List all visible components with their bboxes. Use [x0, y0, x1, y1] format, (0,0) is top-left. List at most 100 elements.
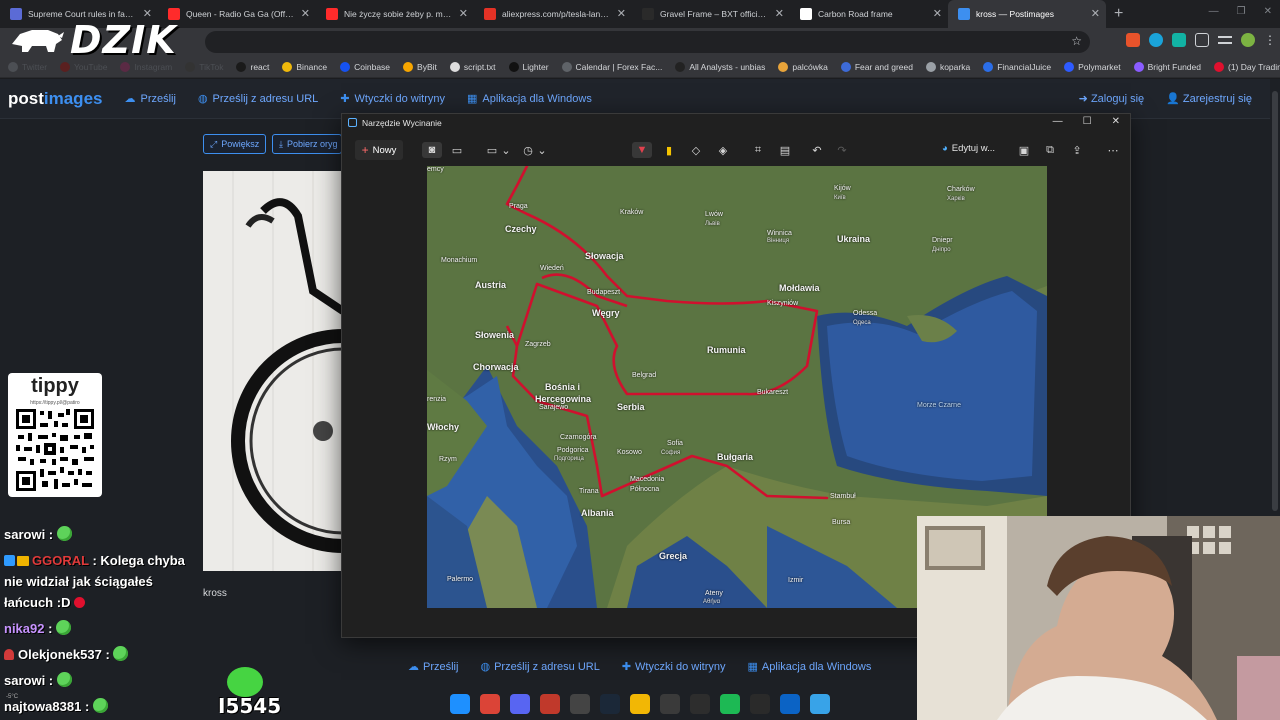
- browser-tab[interactable]: Gravel Frame – BXT official sto... ✕: [632, 0, 790, 28]
- browser-tab[interactable]: Nie życzę sobie żeby p. mnie n... ✕: [316, 0, 474, 28]
- footer-upload-url[interactable]: ◍ Prześlij z adresu URL: [480, 660, 599, 673]
- login-link[interactable]: ➜ Zaloguj się: [1079, 92, 1144, 105]
- map-country-label: Austria: [475, 280, 507, 290]
- obs-icon[interactable]: [570, 694, 590, 714]
- text-actions-icon[interactable]: ▤: [777, 142, 793, 158]
- address-bar[interactable]: ☆: [205, 31, 1090, 53]
- close-tab-icon[interactable]: ✕: [775, 7, 784, 20]
- bookmark-item[interactable]: script.txt: [449, 61, 496, 72]
- browser-tab[interactable]: aliexpress.com/p/tesla-landing... ✕: [474, 0, 632, 28]
- map-country-label: Słowenia: [475, 330, 515, 340]
- footer-plugins[interactable]: ✚ Wtyczki do witryny: [622, 660, 726, 673]
- chat-message: najtowa8381 :: [4, 696, 108, 717]
- notepad-icon[interactable]: [810, 694, 830, 714]
- eraser-icon[interactable]: ◇: [688, 142, 704, 158]
- close-tab-icon[interactable]: ✕: [933, 7, 942, 20]
- new-tab-button[interactable]: +: [1114, 5, 1123, 23]
- star-icon[interactable]: ☆: [1071, 34, 1082, 48]
- site-brand[interactable]: postimages: [8, 89, 102, 109]
- app-red-icon[interactable]: [540, 694, 560, 714]
- snipping-toolbar: + Nowy ◙ ▭ ▭ ⌄ ◷ ⌄ ▼ ▮ ◇ ◈ ⌗ ▤ ↶ ↷ ◕ Edytu…: [342, 138, 1130, 162]
- bookmark-item[interactable]: palcówka: [778, 61, 828, 72]
- pepe-emote-icon: [56, 526, 72, 541]
- camera-icon[interactable]: ◙: [422, 142, 442, 158]
- close-tab-icon[interactable]: ✕: [459, 7, 468, 20]
- footer-nav: ☁ Prześlij ◍ Prześlij z adresu URL ✚ Wtyczk…: [408, 660, 871, 673]
- pen-icon[interactable]: ▼: [632, 142, 652, 158]
- edit-in-button[interactable]: ◕ Edytuj w...: [942, 143, 995, 154]
- zoom-button[interactable]: ⤢ Powiększ: [203, 134, 267, 154]
- maximize-icon[interactable]: ☐: [1083, 116, 1092, 127]
- crop-icon[interactable]: ⌗: [750, 142, 766, 158]
- minimize-icon[interactable]: —: [1209, 6, 1219, 17]
- bookmark-item[interactable]: Fear and greed: [840, 61, 913, 72]
- reading-list-icon[interactable]: [1218, 36, 1232, 44]
- page-scrollbar[interactable]: [1270, 79, 1280, 520]
- bookmark-item[interactable]: (1) Day Trading Boo...: [1214, 61, 1280, 72]
- app-c-icon[interactable]: [660, 694, 680, 714]
- bookmark-label: All Analysts - unbias: [689, 61, 766, 72]
- minimize-icon[interactable]: —: [1053, 116, 1063, 127]
- spotify-icon[interactable]: [720, 694, 740, 714]
- new-snip-button[interactable]: + Nowy: [355, 140, 403, 160]
- bookmark-item[interactable]: Polymarket: [1064, 61, 1121, 72]
- bookmark-item[interactable]: FinancialJuice: [983, 61, 1051, 72]
- extension-icon-2[interactable]: [1149, 33, 1163, 47]
- close-icon[interactable]: ✕: [1264, 6, 1272, 17]
- map-city-label: Lwów: [705, 211, 723, 218]
- bookmark-item[interactable]: koparka: [925, 61, 970, 72]
- explorer-icon[interactable]: [630, 694, 650, 714]
- nav-windows-app[interactable]: ▦ Aplikacja dla Windows: [467, 92, 592, 106]
- chevron-down-icon[interactable]: ⌄: [498, 142, 514, 158]
- nav-upload[interactable]: ☁ Prześlij: [124, 92, 175, 106]
- bookmark-item[interactable]: Binance: [282, 61, 327, 72]
- app-snip-icon[interactable]: [780, 694, 800, 714]
- register-link[interactable]: 👤 Zarejestruj się: [1166, 92, 1252, 105]
- close-icon[interactable]: ✕: [1112, 116, 1120, 127]
- bookmark-item[interactable]: Coinbase: [340, 61, 390, 72]
- bookmark-item[interactable]: All Analysts - unbias: [675, 61, 766, 72]
- shapes-icon[interactable]: ◈: [715, 142, 731, 158]
- chevron-down-icon[interactable]: ⌄: [534, 142, 550, 158]
- image-caption: kross: [203, 588, 227, 599]
- app-video-icon[interactable]: [750, 694, 770, 714]
- nav-plugins[interactable]: ✚ Wtyczki do witryny: [340, 92, 445, 106]
- windows-icon: ▦: [467, 93, 478, 105]
- more-dots-icon[interactable]: ⋯: [1105, 142, 1121, 158]
- undo-icon[interactable]: ↶: [809, 142, 825, 158]
- close-tab-icon[interactable]: ✕: [617, 7, 626, 20]
- windows-start-icon[interactable]: [450, 694, 470, 714]
- bookmark-item[interactable]: Bright Funded: [1133, 61, 1201, 72]
- copy-icon[interactable]: ⧉: [1042, 142, 1058, 158]
- highlighter-icon[interactable]: ▮: [661, 142, 677, 158]
- save-icon[interactable]: ▣: [1016, 142, 1032, 158]
- nav-upload-url[interactable]: ◍ Prześlij z adresu URL: [198, 92, 318, 106]
- bell-badge-icon: [4, 649, 14, 660]
- video-icon[interactable]: ▭: [449, 142, 465, 158]
- discord-icon[interactable]: [510, 694, 530, 714]
- tools-icon[interactable]: [690, 694, 710, 714]
- menu-dots-icon[interactable]: ⋮: [1264, 33, 1276, 47]
- bookmark-item[interactable]: ByBit: [403, 61, 437, 72]
- footer-upload[interactable]: ☁ Prześlij: [408, 660, 458, 673]
- profile-avatar-icon[interactable]: [1241, 33, 1255, 47]
- extensions-puzzle-icon[interactable]: [1195, 33, 1209, 47]
- map-country-label: Hercegowina: [535, 394, 592, 404]
- footer-windows-app[interactable]: ▦ Aplikacja dla Windows: [748, 660, 872, 673]
- share-icon[interactable]: ⇪: [1069, 142, 1085, 158]
- extension-icon-1[interactable]: [1126, 33, 1140, 47]
- chrome-icon[interactable]: [480, 694, 500, 714]
- chat-message: Olekjonek537 :: [4, 644, 129, 665]
- download-original-button[interactable]: ⤓ Pobierz oryg: [272, 134, 342, 154]
- bookmark-item[interactable]: Lighter: [508, 61, 549, 72]
- bookmark-item[interactable]: react: [236, 61, 269, 72]
- steam-icon[interactable]: [600, 694, 620, 714]
- maximize-icon[interactable]: ❐: [1237, 6, 1246, 17]
- close-tab-icon[interactable]: ✕: [301, 7, 310, 20]
- pepe-emote-icon: [56, 672, 72, 687]
- bookmark-item[interactable]: Calendar | Forex Fac...: [561, 61, 662, 72]
- browser-tab[interactable]: kross — Postimages ✕: [948, 0, 1106, 28]
- browser-tab[interactable]: Carbon Road frame ✕: [790, 0, 948, 28]
- extension-icon-3[interactable]: [1172, 33, 1186, 47]
- close-tab-icon[interactable]: ✕: [1091, 7, 1100, 20]
